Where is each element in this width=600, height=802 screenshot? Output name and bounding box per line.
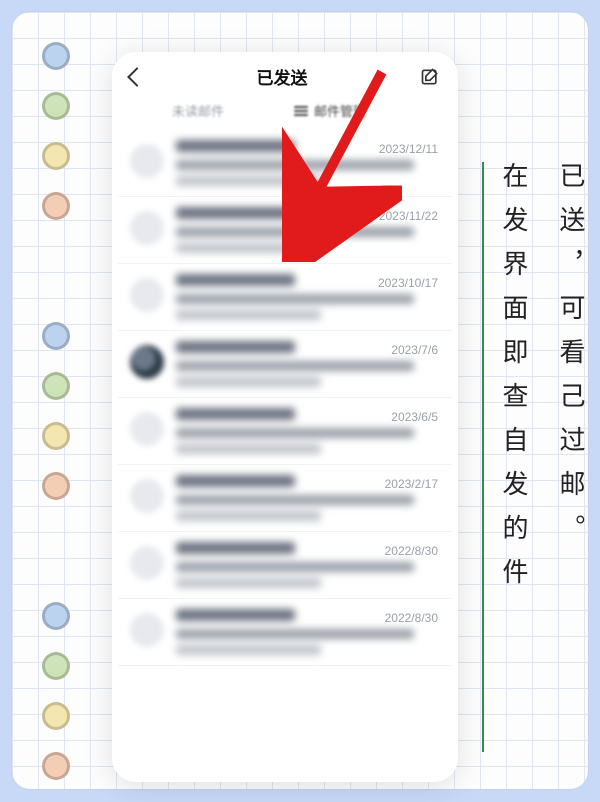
compose-icon[interactable]: [420, 67, 440, 87]
decor-dot: [42, 472, 70, 500]
decor-dot: [42, 702, 70, 730]
page-title: 已发送: [257, 64, 308, 89]
mail-date: 2023/10/17: [378, 276, 438, 290]
decor-dot: [42, 92, 70, 120]
avatar: [130, 613, 164, 647]
avatar: [130, 412, 164, 446]
decor-dot: [42, 192, 70, 220]
decor-dot: [42, 42, 70, 70]
avatar: [130, 278, 164, 312]
annotation-col-1: 在发界面即查自发的件: [495, 162, 532, 762]
decor-dots: [42, 42, 70, 802]
annotation-rule: [482, 162, 484, 752]
unread-filter[interactable]: 未读邮件: [172, 101, 224, 120]
avatar: [130, 211, 164, 245]
mail-date: 2022/8/30: [385, 544, 438, 558]
mail-date: 2023/12/11: [379, 142, 438, 156]
annotation-text: 在发界面即查自发的件 已送，可看己过邮。: [492, 162, 592, 762]
mail-row[interactable]: 2023/12/11: [118, 130, 452, 197]
phone-screenshot: 已发送 未读邮件 邮件管理 2023/12/112023/11/222023/1…: [112, 52, 458, 782]
decor-dot: [42, 602, 70, 630]
mail-manage-label: 邮件管理: [314, 101, 366, 120]
mail-date: 2022/8/30: [385, 611, 438, 625]
decor-dot: [42, 372, 70, 400]
decor-dot: [42, 652, 70, 680]
mail-date: 2023/7/6: [391, 343, 438, 357]
avatar: [130, 479, 164, 513]
decor-dot: [42, 422, 70, 450]
phone-subheader: 未读邮件 邮件管理: [112, 95, 458, 130]
back-icon[interactable]: [127, 67, 147, 87]
decor-dot: [42, 322, 70, 350]
mail-row[interactable]: 2022/8/30: [118, 532, 452, 599]
decor-dot: [42, 142, 70, 170]
mail-row[interactable]: 2023/6/5: [118, 398, 452, 465]
mail-date: 2023/11/22: [379, 209, 438, 223]
decor-dot: [42, 752, 70, 780]
mail-manage[interactable]: 邮件管理: [294, 101, 366, 120]
avatar: [130, 345, 164, 379]
mail-list: 2023/12/11 2023/11/22 2023/10/17 2023/7/6 20…: [112, 130, 458, 666]
avatar: [130, 144, 164, 178]
mail-row[interactable]: 2023/11/22: [118, 197, 452, 264]
annotation-col-2: 已送，可看己过邮。: [552, 162, 589, 762]
avatar: [130, 546, 164, 580]
mail-row[interactable]: 2023/2/17: [118, 465, 452, 532]
mail-date: 2023/2/17: [385, 477, 438, 491]
grid-paper: 已发送 未读邮件 邮件管理 2023/12/112023/11/222023/1…: [12, 12, 588, 789]
mail-date: 2023/6/5: [391, 410, 438, 424]
phone-header: 已发送: [112, 52, 458, 95]
mail-row[interactable]: 2023/10/17: [118, 264, 452, 331]
list-icon: [294, 104, 308, 118]
mail-row[interactable]: 2023/7/6: [118, 331, 452, 398]
mail-row[interactable]: 2022/8/30: [118, 599, 452, 666]
